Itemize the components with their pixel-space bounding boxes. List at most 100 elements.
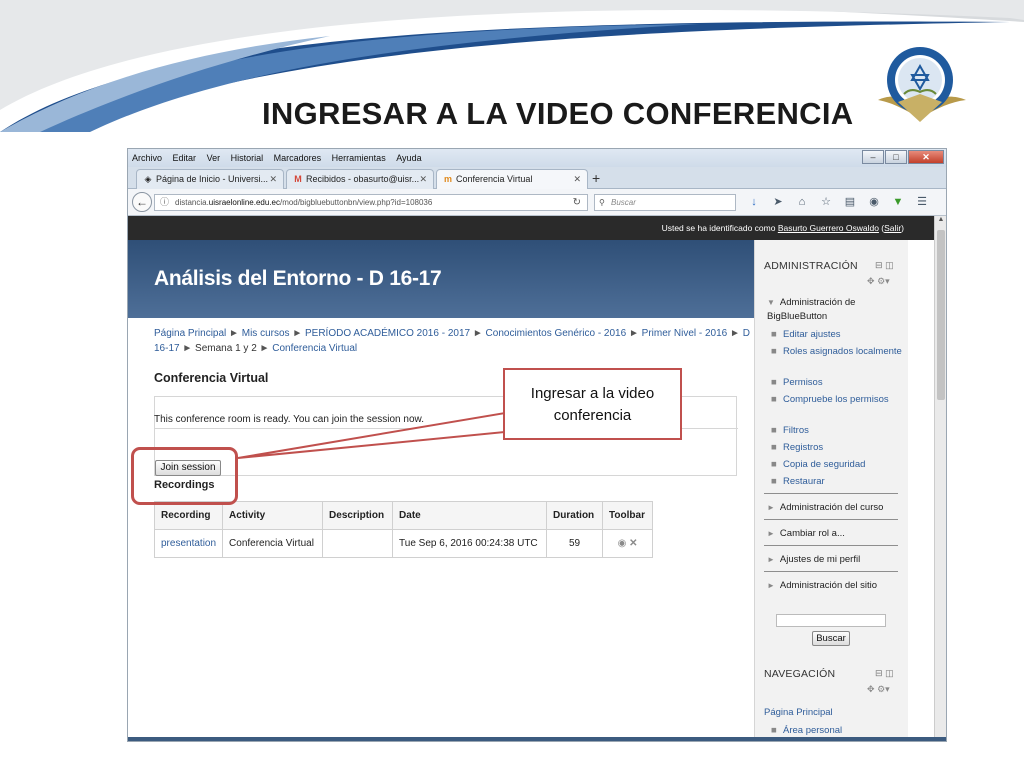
divider xyxy=(764,519,898,520)
breadcrumb-item[interactable]: Semana 1 y 2 xyxy=(195,343,257,354)
sidebar-item-label: Área personal xyxy=(783,725,843,736)
menu-item-ayuda[interactable]: Ayuda xyxy=(396,149,421,167)
description-cell xyxy=(322,529,394,558)
activity-cell: Conferencia Virtual xyxy=(222,529,324,558)
pocket-icon[interactable]: ◉ xyxy=(862,195,886,208)
browser-window: Archivo Editar Ver Historial Marcadores … xyxy=(127,148,947,742)
sidebar-item-editar-ajustes[interactable]: ■ Editar ajustes xyxy=(771,328,903,342)
vertical-scrollbar[interactable]: ▲ ▼ xyxy=(934,216,946,741)
menu-item-editar[interactable]: Editar xyxy=(173,149,197,167)
bullet-icon: ■ xyxy=(771,442,777,453)
scrollbar-thumb[interactable] xyxy=(937,230,945,400)
scroll-up-icon[interactable]: ▲ xyxy=(935,216,946,223)
breadcrumb-item[interactable]: Página Principal xyxy=(154,328,226,339)
delete-x-icon[interactable]: ✕ xyxy=(629,538,637,549)
back-arrow-icon[interactable]: ← xyxy=(132,192,152,212)
menu-item-herramientas[interactable]: Herramientas xyxy=(332,149,386,167)
maximize-icon[interactable]: □ xyxy=(885,150,907,164)
extension-icon[interactable]: ▼ xyxy=(886,196,910,208)
tab-pagina-inicio[interactable]: ◈ Página de Inicio - Universi... ✕ xyxy=(136,169,284,189)
sidebar-item-roles[interactable]: ■ Roles asignados localmente xyxy=(771,345,903,359)
sidebar-item-registros[interactable]: ■ Registros xyxy=(771,441,903,455)
date-cell: Tue Sep 6, 2016 00:24:38 UTC xyxy=(392,529,548,558)
divider xyxy=(764,493,898,494)
info-icon[interactable]: ⓘ xyxy=(160,195,169,210)
download-icon[interactable]: ↓ xyxy=(742,196,766,208)
sidebar-item-label: Roles asignados localmente xyxy=(783,346,902,357)
hamburger-menu-icon[interactable]: ☰ xyxy=(910,195,934,208)
close-tab-icon[interactable]: ✕ xyxy=(573,170,581,188)
send-icon[interactable]: ➤ xyxy=(766,195,790,208)
breadcrumb-separator-icon: ► xyxy=(472,328,483,339)
menu-item-ver[interactable]: Ver xyxy=(207,149,221,167)
breadcrumb-item[interactable]: Conocimientos Genérico - 2016 xyxy=(486,328,627,339)
sidebar-item-admin-curso[interactable]: ► Administración del curso xyxy=(767,501,883,515)
sidebar-item-copia[interactable]: ■ Copia de seguridad xyxy=(771,458,903,472)
login-info-text: Usted se ha identificado como xyxy=(661,223,776,233)
tab-conferencia-virtual[interactable]: m Conferencia Virtual ✕ xyxy=(436,169,588,189)
logout-link[interactable]: Salir xyxy=(884,223,901,233)
menu-item-marcadores[interactable]: Marcadores xyxy=(274,149,322,167)
breadcrumb-separator-icon: ► xyxy=(730,328,740,339)
sidebar-item-admin-sitio[interactable]: ► Administración del sitio xyxy=(767,579,877,593)
university-seal-logo xyxy=(878,47,966,122)
minimize-icon[interactable]: – xyxy=(862,150,884,164)
column-header-date: Date xyxy=(392,501,548,530)
close-tab-icon[interactable]: ✕ xyxy=(269,170,277,188)
sidebar-item-permisos[interactable]: ■ Permisos xyxy=(771,376,903,390)
expanded-triangle-icon: ▼ xyxy=(767,298,775,307)
move-icon[interactable]: ✥ xyxy=(867,276,875,286)
sidebar-item-filtros[interactable]: ■ Filtros xyxy=(771,424,903,438)
breadcrumb-item[interactable]: PERÍODO ACADÉMICO 2016 - 2017 xyxy=(305,328,470,339)
sidebar: ADMINISTRACIÓN ⊟ ◫ ✥ ⚙▾ ▼ Administración … xyxy=(754,240,908,741)
collapse-icon[interactable]: ⊟ xyxy=(875,260,883,270)
reading-list-icon[interactable]: ▤ xyxy=(838,195,862,208)
menu-item-historial[interactable]: Historial xyxy=(231,149,264,167)
collapse-icon[interactable]: ⊟ xyxy=(875,668,883,678)
bbb-admin-node[interactable]: ▼ Administración de BigBlueButton xyxy=(767,296,897,324)
sidebar-item-compruebe[interactable]: ■ Compruebe los permisos xyxy=(771,393,903,407)
tab-bar: ◈ Página de Inicio - Universi... ✕ M Recib… xyxy=(128,167,946,189)
bullet-icon: ■ xyxy=(771,329,777,340)
gear-icon[interactable]: ⚙▾ xyxy=(877,684,890,694)
eye-icon[interactable]: ◉ xyxy=(618,538,627,549)
user-name-link[interactable]: Basurto Guerrero Oswaldo xyxy=(778,223,879,233)
bullet-icon: ■ xyxy=(771,725,777,736)
recording-link[interactable]: presentation xyxy=(153,529,224,558)
block-controls: ⊟ ◫ xyxy=(875,668,894,679)
reload-icon[interactable]: ↻ xyxy=(573,195,581,210)
menu-item-archivo[interactable]: Archivo xyxy=(132,149,162,167)
tab-recibidos[interactable]: M Recibidos - obasurto@uisr... ✕ xyxy=(286,169,434,189)
url-bar[interactable]: ⓘ distancia.uisraelonline.edu.ec/mod/big… xyxy=(154,194,588,211)
nav-link-area-personal[interactable]: ■ Área personal xyxy=(771,724,903,738)
home-icon[interactable]: ⌂ xyxy=(790,196,814,208)
user-bar: Usted se ha identificado como Basurto Gu… xyxy=(128,216,936,240)
bookmark-star-icon[interactable]: ☆ xyxy=(814,195,838,208)
dock-icon[interactable]: ◫ xyxy=(885,260,894,270)
gmail-icon: M xyxy=(294,174,302,184)
gear-icon[interactable]: ⚙▾ xyxy=(877,276,890,286)
table-row: presentation Conferencia Virtual Tue Sep… xyxy=(153,529,654,558)
breadcrumb-separator-icon: ► xyxy=(259,343,270,354)
new-tab-icon[interactable]: + xyxy=(592,169,600,187)
bullet-icon: ■ xyxy=(771,459,777,470)
move-icon[interactable]: ✥ xyxy=(867,684,875,694)
duration-cell: 59 xyxy=(546,529,604,558)
breadcrumb-item[interactable]: Mis cursos xyxy=(242,328,290,339)
sidebar-item-ajustes-perfil[interactable]: ► Ajustes de mi perfil xyxy=(767,553,860,567)
close-window-icon[interactable]: ✕ xyxy=(908,150,944,164)
sidebar-item-cambiar-rol[interactable]: ► Cambiar rol a... xyxy=(767,527,845,541)
admin-search-input[interactable] xyxy=(776,614,886,627)
nav-link-pagina-principal[interactable]: Página Principal xyxy=(764,707,833,718)
search-icon: ⚲ xyxy=(599,198,605,207)
column-header-duration: Duration xyxy=(546,501,604,530)
close-tab-icon[interactable]: ✕ xyxy=(419,170,427,188)
breadcrumb-item[interactable]: Primer Nivel - 2016 xyxy=(642,328,728,339)
search-button[interactable]: Buscar xyxy=(812,631,850,646)
collapsed-triangle-icon: ► xyxy=(767,529,775,538)
search-input[interactable]: ⚲ Buscar xyxy=(594,194,736,211)
sidebar-item-restaurar[interactable]: ■ Restaurar xyxy=(771,475,903,489)
dock-icon[interactable]: ◫ xyxy=(885,668,894,678)
breadcrumb-item[interactable]: Conferencia Virtual xyxy=(272,343,357,354)
sidebar-item-label: Copia de seguridad xyxy=(783,459,866,470)
